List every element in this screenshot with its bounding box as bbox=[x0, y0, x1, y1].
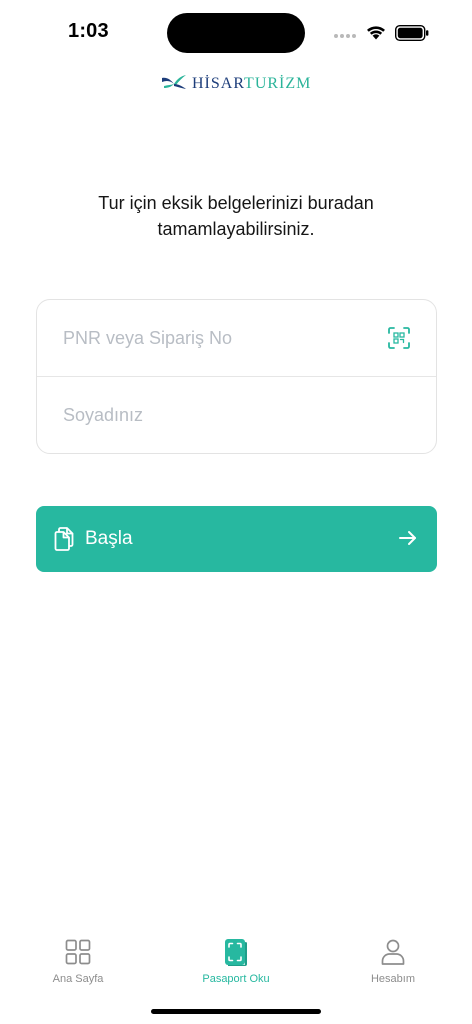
documents-icon bbox=[54, 527, 74, 551]
wifi-icon bbox=[367, 26, 385, 40]
intro-text: Tur için eksik belgelerinizi buradan tam… bbox=[98, 193, 374, 239]
tab-passport-label: Pasaport Oku bbox=[202, 973, 270, 985]
tab-home-label: Ana Sayfa bbox=[52, 973, 104, 985]
brand-word-hisar: HİSAR bbox=[192, 75, 245, 92]
tab-account[interactable]: Hesabım bbox=[333, 938, 453, 985]
start-button[interactable]: Başla bbox=[36, 506, 437, 572]
passport-scan-icon bbox=[225, 939, 247, 966]
tab-passport-scan[interactable]: Pasaport Oku bbox=[176, 938, 296, 985]
tab-account-label: Hesabım bbox=[370, 973, 416, 985]
brand-wordmark: HİSARTURİZM bbox=[192, 76, 311, 92]
arrow-right-icon bbox=[399, 531, 416, 545]
status-indicators bbox=[334, 22, 432, 44]
booking-form: PNR veya Sipariş No Soyadınız bbox=[36, 299, 437, 454]
brand-logo: HİSARTURİZM bbox=[160, 70, 311, 98]
dynamic-island bbox=[167, 13, 305, 53]
user-icon bbox=[381, 939, 405, 965]
tab-home[interactable]: Ana Sayfa bbox=[18, 938, 138, 985]
status-time: 1:03 bbox=[68, 20, 109, 42]
home-indicator bbox=[151, 1009, 321, 1014]
bird-logo-icon bbox=[162, 75, 186, 89]
pnr-input[interactable]: PNR veya Sipariş No bbox=[37, 300, 436, 376]
surname-input[interactable]: Soyadınız bbox=[37, 377, 436, 453]
surname-placeholder: Soyadınız bbox=[63, 404, 144, 425]
signal-icon bbox=[334, 34, 358, 40]
grid-icon bbox=[65, 939, 91, 965]
start-button-label: Başla bbox=[85, 528, 133, 549]
qr-scan-icon[interactable] bbox=[388, 327, 410, 349]
pnr-placeholder: PNR veya Sipariş No bbox=[63, 327, 233, 348]
brand-word-turizm: TURİZM bbox=[244, 75, 312, 92]
battery-icon bbox=[395, 25, 429, 41]
